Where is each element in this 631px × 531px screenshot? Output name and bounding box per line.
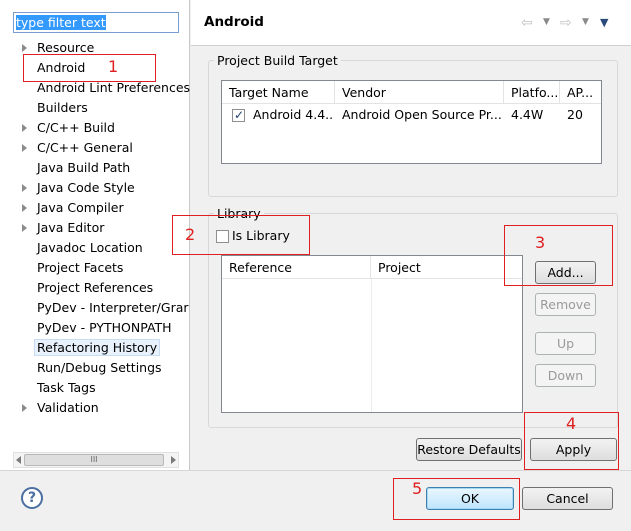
column-header-vendor[interactable]: Vendor — [335, 81, 504, 104]
column-divider — [371, 279, 372, 412]
tree-item[interactable]: Java Build Path — [37, 159, 130, 177]
restore-defaults-button[interactable]: Restore Defaults — [416, 438, 522, 461]
tree-item[interactable]: Java Editor — [37, 219, 104, 237]
vendor-cell: Android Open Source Pr... — [342, 107, 502, 122]
tree-item[interactable]: Java Compiler — [37, 199, 124, 217]
tree-item[interactable]: PyDev - Interpreter/Grar — [37, 299, 189, 317]
up-button[interactable]: Up — [535, 332, 596, 355]
column-header-platform[interactable]: Platfo... — [504, 81, 560, 104]
tree-item-label: Java Build Path — [37, 160, 131, 175]
tree-item-label: Task Tags — [37, 380, 96, 395]
page-title: Android — [204, 14, 264, 30]
tree-item[interactable]: Builders — [37, 99, 88, 117]
tree-item-label: Java Compiler — [37, 200, 124, 215]
expand-arrow-icon[interactable] — [22, 224, 27, 232]
tree-item-label: Project Facets — [37, 260, 124, 275]
tree-item-label: Validation — [37, 400, 99, 415]
build-target-table[interactable]: Target Name Vendor Platfo... AP... ✓ And… — [221, 80, 602, 164]
forward-arrow-icon[interactable]: ⇨ — [560, 15, 572, 31]
forward-dropdown-icon[interactable]: ▼ — [582, 17, 589, 27]
tree-item[interactable]: Task Tags — [37, 379, 96, 397]
tree-item[interactable]: Refactoring History — [34, 339, 161, 357]
api-cell: 20 — [567, 107, 583, 122]
tree-item[interactable]: Project Facets — [37, 259, 123, 277]
page-header: Android ⇦ ▼ ⇨ ▼ ▼ — [191, 0, 631, 46]
checkmark-icon: ✓ — [233, 108, 245, 122]
tree-item-label: Resource — [37, 40, 95, 55]
annotation-number-1: 1 — [108, 57, 119, 76]
horizontal-scrollbar[interactable]: III — [13, 452, 179, 468]
tree-item-label: Android Lint Preferences — [37, 80, 191, 95]
annotation-number-3: 3 — [535, 233, 546, 252]
column-header-api[interactable]: AP... — [560, 81, 601, 104]
back-dropdown-icon[interactable]: ▼ — [543, 17, 550, 27]
tree-item[interactable]: PyDev - PYTHONPATH — [37, 319, 172, 337]
tree-item-label: Builders — [37, 100, 88, 115]
tree-item-label: Javadoc Location — [37, 240, 143, 255]
column-header-reference[interactable]: Reference — [222, 256, 371, 279]
filter-input[interactable]: type filter text — [13, 12, 179, 33]
tree-item[interactable]: Javadoc Location — [37, 239, 143, 257]
cancel-button[interactable]: Cancel — [522, 487, 613, 510]
tree-item-label: PyDev - Interpreter/Grar — [37, 300, 189, 315]
tree-item[interactable]: Run/Debug Settings — [37, 359, 162, 377]
annotation-box-3 — [504, 225, 613, 286]
library-reference-table[interactable]: Reference Project — [221, 255, 523, 413]
tree-item-label: C/C++ Build — [37, 120, 115, 135]
scroll-grip: III — [90, 455, 98, 464]
tree-item-label: Java Editor — [37, 220, 105, 235]
tree-item[interactable]: Java Code Style — [37, 179, 135, 197]
tree-item-label: Project References — [37, 280, 154, 295]
target-checkbox[interactable]: ✓ — [232, 108, 245, 122]
tree-item-label: Refactoring History — [34, 339, 161, 356]
tree-item[interactable]: Project References — [37, 279, 153, 297]
filter-text: type filter text — [16, 15, 106, 30]
scrollbar-thumb[interactable]: III — [24, 454, 164, 466]
column-header-project[interactable]: Project — [371, 256, 522, 279]
help-icon[interactable]: ? — [21, 487, 43, 509]
down-button[interactable]: Down — [535, 364, 596, 387]
expand-arrow-icon[interactable] — [22, 144, 27, 152]
tree-item[interactable]: C/C++ Build — [37, 119, 115, 137]
tree-item-label: Run/Debug Settings — [37, 360, 162, 375]
column-header-target-name[interactable]: Target Name — [222, 81, 335, 104]
scroll-right-icon[interactable] — [171, 456, 176, 464]
expand-arrow-icon[interactable] — [22, 404, 27, 412]
target-name-cell: Android 4.4.... — [253, 107, 333, 122]
build-target-group-label: Project Build Target — [214, 53, 341, 68]
view-menu-icon[interactable]: ▼ — [600, 16, 608, 29]
back-arrow-icon[interactable]: ⇦ — [521, 15, 533, 31]
tree-item-label: PyDev - PYTHONPATH — [37, 320, 172, 335]
expand-arrow-icon[interactable] — [22, 204, 27, 212]
annotation-number-4: 4 — [566, 414, 577, 433]
tree-item[interactable]: Validation — [37, 399, 99, 417]
tree-item[interactable]: C/C++ General — [37, 139, 133, 157]
tree-item-label: Java Code Style — [37, 180, 135, 195]
tree-item-label: C/C++ General — [37, 140, 133, 155]
expand-arrow-icon[interactable] — [22, 184, 27, 192]
annotation-number-5: 5 — [412, 479, 423, 498]
annotation-box-1 — [23, 54, 156, 82]
expand-arrow-icon[interactable] — [22, 44, 27, 52]
expand-arrow-icon[interactable] — [22, 124, 27, 132]
remove-button[interactable]: Remove — [535, 293, 596, 316]
annotation-number-2: 2 — [185, 225, 196, 244]
table-row[interactable]: ✓ Android 4.4.... Android Open Source Pr… — [222, 104, 601, 126]
scroll-left-icon[interactable] — [16, 456, 21, 464]
platform-cell: 4.4W — [511, 107, 544, 122]
